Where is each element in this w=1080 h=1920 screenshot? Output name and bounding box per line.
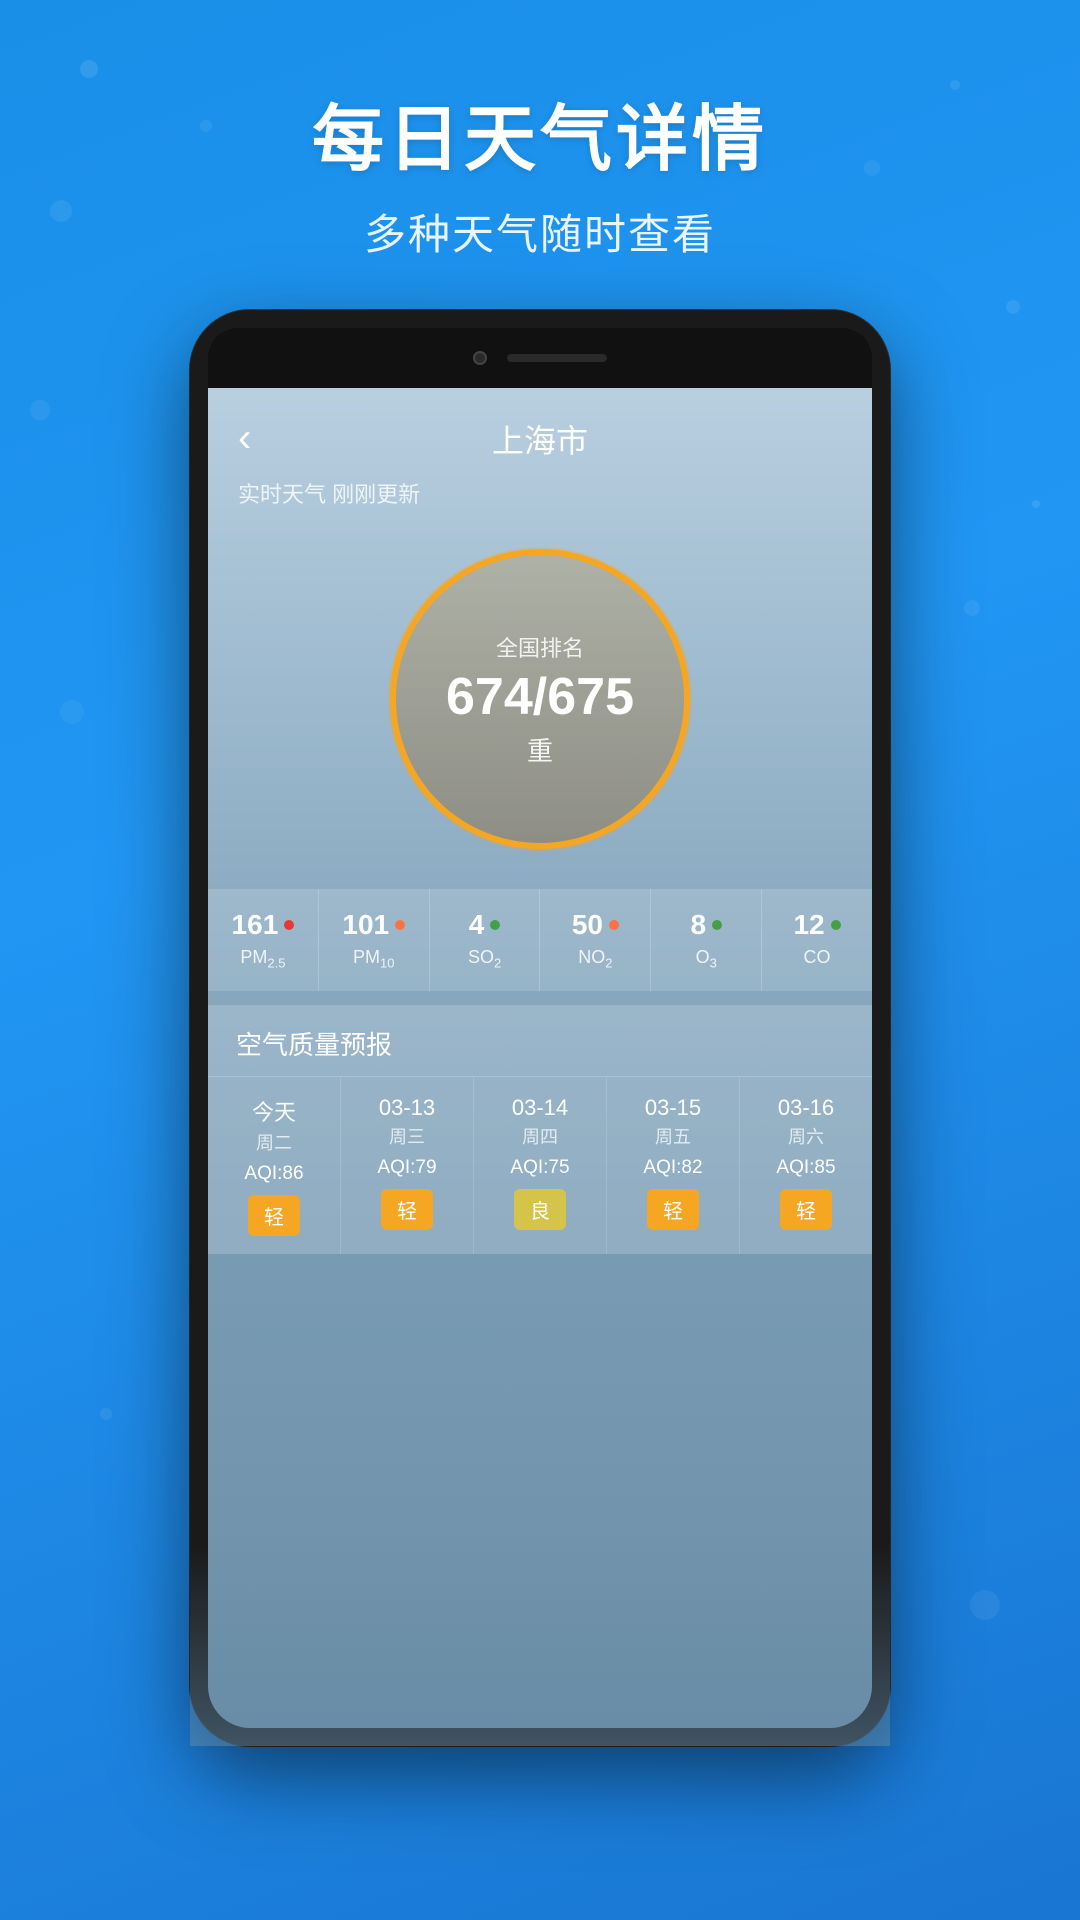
forecast-row: 今天 周二 AQI:86 轻 03-13 周三 AQI:79 轻 03-14 周… <box>208 1077 872 1254</box>
phone-mockup: ‹ 上海市 实时天气 刚刚更新 全国排名 674/675 重 161 <box>190 310 890 1746</box>
aqi-circle-section: 全国排名 674/675 重 <box>208 529 872 879</box>
forecast-day-2: 03-14 <box>512 1095 568 1121</box>
speaker-icon <box>507 354 607 362</box>
forecast-aqi-1: AQI:79 <box>377 1157 436 1179</box>
co-dot <box>831 920 841 930</box>
forecast-day1: 03-13 周三 AQI:79 轻 <box>341 1077 474 1254</box>
no2-dot <box>609 920 619 930</box>
camera-icon <box>473 351 487 365</box>
forecast-weekday-1: 周三 <box>389 1123 425 1149</box>
forecast-title: 空气质量预报 <box>208 1005 872 1077</box>
pm25-dot <box>284 920 294 930</box>
o3-dot <box>712 920 722 930</box>
pollutant-o3: 8 O3 <box>651 889 762 991</box>
forecast-weekday-0: 周二 <box>256 1129 292 1155</box>
page-subtitle: 多种天气随时查看 <box>0 201 1080 262</box>
pollutant-pm25: 161 PM2.5 <box>208 889 319 991</box>
pm10-value: 101 <box>342 909 389 941</box>
phone-screen: ‹ 上海市 实时天气 刚刚更新 全国排名 674/675 重 161 <box>208 388 872 1728</box>
forecast-aqi-2: AQI:75 <box>510 1157 569 1179</box>
forecast-day4: 03-16 周六 AQI:85 轻 <box>740 1077 872 1254</box>
forecast-day3: 03-15 周五 AQI:82 轻 <box>607 1077 740 1254</box>
aqi-circle-value: 674/675 <box>446 671 634 723</box>
forecast-badge-4: 轻 <box>780 1189 832 1230</box>
o3-value: 8 <box>690 909 706 941</box>
bottom-cloud <box>208 1546 872 1728</box>
aqi-circle-label: 全国排名 <box>496 631 584 663</box>
so2-dot <box>490 920 500 930</box>
pm10-label: PM10 <box>353 947 394 971</box>
aqi-circle-status: 重 <box>527 731 553 768</box>
forecast-aqi-3: AQI:82 <box>643 1157 702 1179</box>
header-section: 每日天气详情 多种天气随时查看 <box>0 0 1080 302</box>
forecast-day-4: 03-16 <box>778 1095 834 1121</box>
back-button[interactable]: ‹ <box>238 416 251 461</box>
phone-notch <box>208 328 872 388</box>
forecast-today: 今天 周二 AQI:86 轻 <box>208 1077 341 1254</box>
forecast-badge-3: 轻 <box>647 1189 699 1230</box>
pollutant-pm10: 101 PM10 <box>319 889 430 991</box>
pm25-label: PM2.5 <box>240 947 285 971</box>
app-header: ‹ 上海市 <box>208 388 872 477</box>
no2-label: NO2 <box>578 947 612 971</box>
pm10-dot <box>395 920 405 930</box>
forecast-badge-1: 轻 <box>381 1189 433 1230</box>
forecast-badge-2: 良 <box>514 1189 566 1230</box>
forecast-weekday-2: 周四 <box>522 1123 558 1149</box>
forecast-weekday-4: 周六 <box>788 1123 824 1149</box>
pollutant-so2: 4 SO2 <box>430 889 541 991</box>
forecast-day-3: 03-15 <box>645 1095 701 1121</box>
so2-label: SO2 <box>468 947 501 971</box>
pollutant-co: 12 CO <box>762 889 872 991</box>
app-city-name: 上海市 <box>492 416 588 462</box>
forecast-day-0: 今天 <box>252 1095 296 1127</box>
update-info: 实时天气 刚刚更新 <box>208 477 872 529</box>
co-value: 12 <box>793 909 824 941</box>
forecast-aqi-4: AQI:85 <box>776 1157 835 1179</box>
phone-outer-frame: ‹ 上海市 实时天气 刚刚更新 全国排名 674/675 重 161 <box>190 310 890 1746</box>
o3-label: O3 <box>696 947 717 971</box>
co-label: CO <box>804 947 831 968</box>
forecast-day-1: 03-13 <box>379 1095 435 1121</box>
forecast-day2: 03-14 周四 AQI:75 良 <box>474 1077 607 1254</box>
pollutant-no2: 50 NO2 <box>540 889 651 991</box>
forecast-section: 空气质量预报 今天 周二 AQI:86 轻 03-13 周三 AQI:79 轻 <box>208 1005 872 1254</box>
forecast-badge-0: 轻 <box>248 1195 300 1236</box>
page-title: 每日天气详情 <box>0 80 1080 185</box>
so2-value: 4 <box>469 909 485 941</box>
forecast-weekday-3: 周五 <box>655 1123 691 1149</box>
pm25-value: 161 <box>232 909 279 941</box>
no2-value: 50 <box>572 909 603 941</box>
forecast-aqi-0: AQI:86 <box>244 1163 303 1185</box>
aqi-circle: 全国排名 674/675 重 <box>390 549 690 849</box>
pollutants-row: 161 PM2.5 101 PM10 4 <box>208 889 872 991</box>
